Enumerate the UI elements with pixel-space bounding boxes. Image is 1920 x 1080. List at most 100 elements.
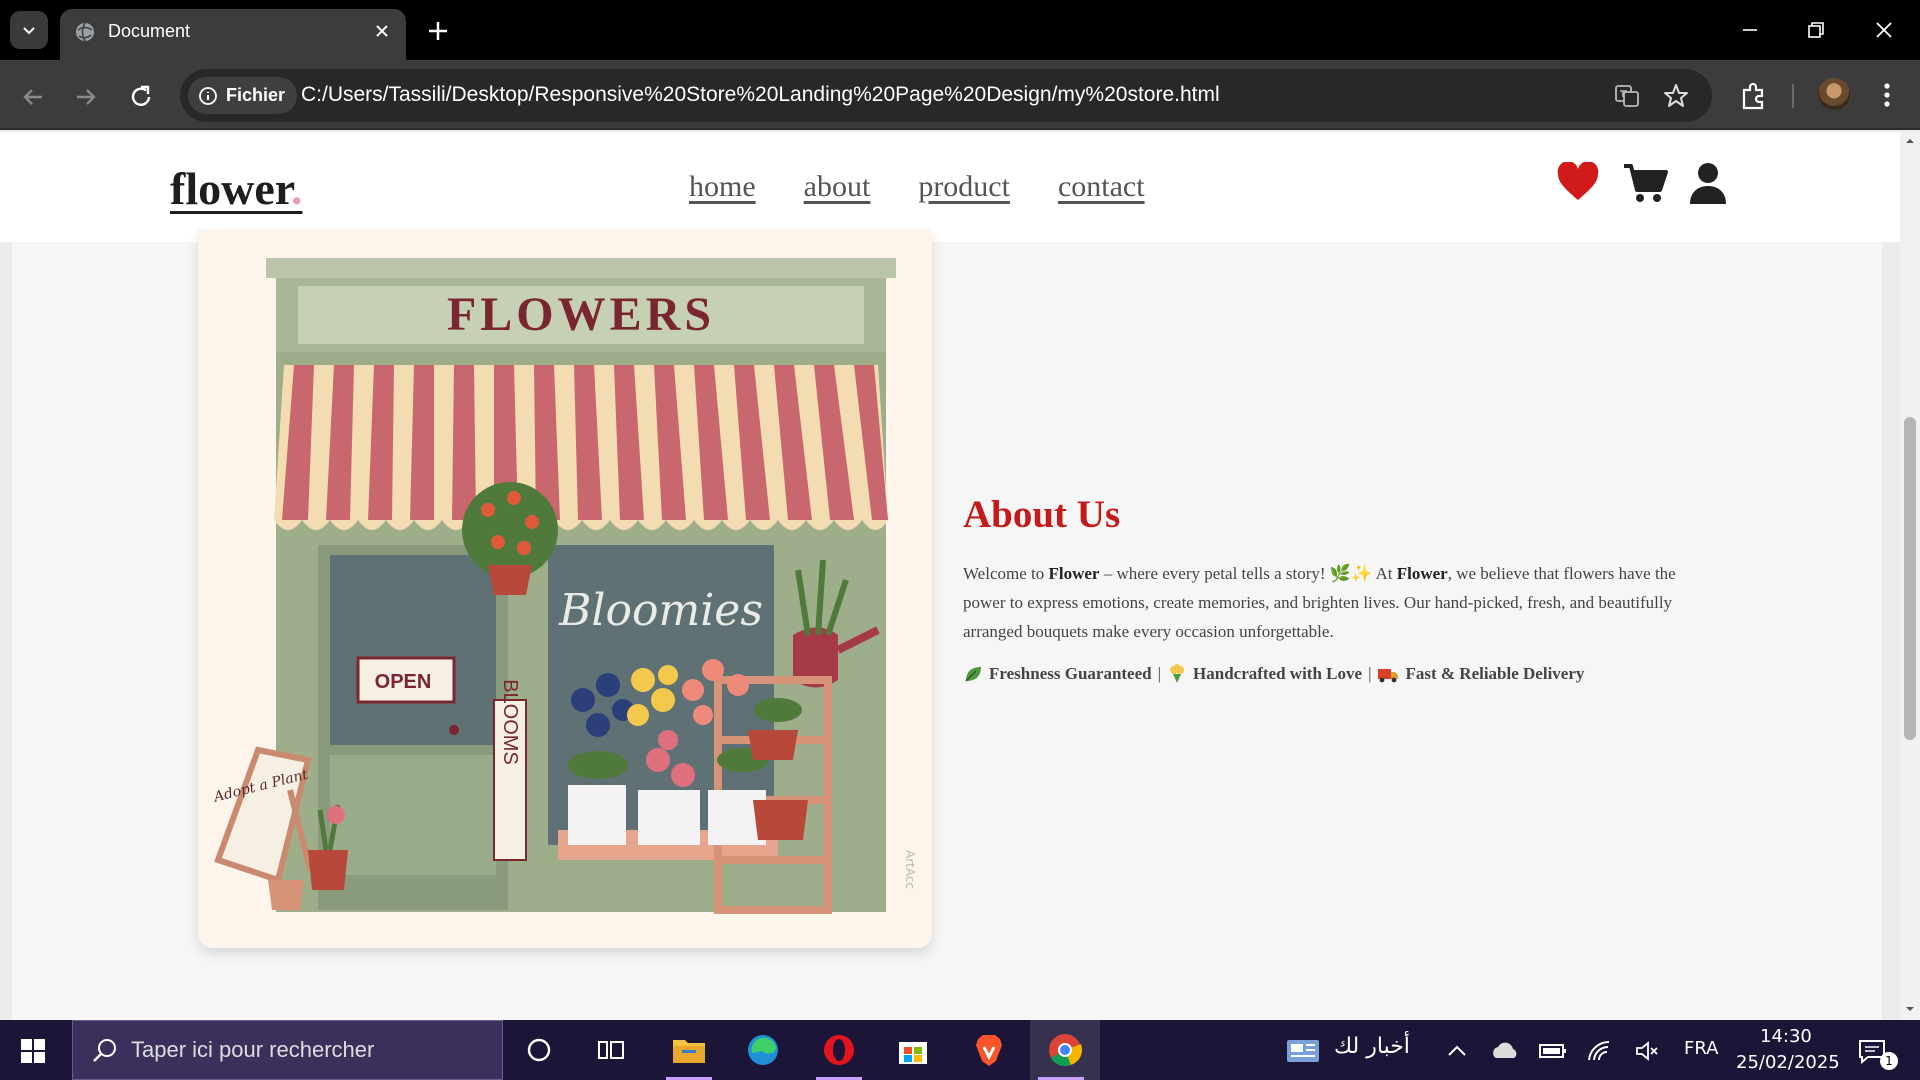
scroll-thumb[interactable] (1904, 417, 1916, 740)
main-nav: home about product contact (689, 170, 1145, 204)
info-icon (199, 86, 217, 105)
scroll-up-arrow-icon[interactable] (1905, 136, 1915, 146)
nav-about[interactable]: about (804, 170, 871, 204)
globe-icon (76, 22, 94, 42)
new-tab-icon[interactable] (424, 17, 452, 45)
brave-app[interactable] (958, 1020, 1020, 1080)
feature-delivery-label: Fast & Reliable Delivery (1405, 664, 1585, 683)
svg-text:ArtAcc: ArtAcc (903, 850, 917, 889)
task-view-button[interactable] (580, 1020, 642, 1080)
cortana-button[interactable] (508, 1020, 570, 1080)
file-explorer-app[interactable] (658, 1020, 720, 1080)
tab-title: Document (108, 21, 191, 41)
open-sign-text: OPEN (375, 671, 432, 693)
windows-taskbar: Taper ici pour rechercher أخبار لك FRA 1… (0, 1020, 1920, 1080)
about-text-block: About Us Welcome to Flower – where every… (963, 492, 1713, 684)
nav-home[interactable]: home (689, 170, 756, 204)
vertical-sign-text: BLOOMS (499, 679, 521, 765)
about-brand-1: Flower (1048, 564, 1100, 583)
feature-separator-2: | (1368, 664, 1372, 683)
leaf-icon (965, 667, 981, 682)
logo-text: flower (170, 163, 291, 214)
feature-list: Freshness Guaranteed | Handcrafted with … (963, 664, 1713, 684)
shop-sign-text: FLOWERS (447, 288, 715, 341)
edge-app[interactable] (732, 1020, 794, 1080)
bouquet-icon (1170, 664, 1185, 683)
chrome-app[interactable] (1030, 1020, 1100, 1080)
taskbar-search-placeholder: Taper ici pour rechercher (131, 1037, 375, 1062)
site-info-chip[interactable]: Fichier (188, 77, 298, 114)
about-para-part-1: Welcome to (963, 564, 1049, 583)
store-icon (899, 1042, 927, 1064)
opera-app[interactable] (808, 1020, 870, 1080)
clock-time[interactable]: 14:30 (1760, 1026, 1812, 1047)
search-icon (93, 1039, 116, 1062)
browser-toolbar: Fichier C:/Users/Tassili/Desktop/Respons… (0, 60, 1920, 130)
about-paragraph: Welcome to Flower – where every petal te… (963, 559, 1713, 646)
bookmark-star-icon[interactable] (1662, 82, 1690, 110)
about-title: About Us (963, 493, 1121, 536)
extensions-icon[interactable] (1738, 80, 1770, 112)
feature-freshness-label: Freshness Guaranteed (989, 664, 1152, 683)
battery-icon[interactable] (1538, 1038, 1568, 1064)
notification-count-badge: 1 (1880, 1052, 1898, 1070)
chrome-icon (1049, 1034, 1083, 1067)
minimize-icon[interactable] (1734, 14, 1766, 46)
nav-contact[interactable]: contact (1058, 170, 1145, 204)
browser-tab-bar: Document (0, 0, 1920, 60)
site-chip-label: Fichier (226, 85, 286, 105)
feature-handcrafted-label: Handcrafted with Love (1193, 664, 1363, 683)
input-language[interactable]: FRA (1684, 1038, 1718, 1059)
site-logo[interactable]: flower. (170, 162, 302, 215)
scroll-down-arrow-icon[interactable] (1905, 1004, 1915, 1014)
window-lettering: Bloomies (558, 585, 763, 636)
address-bar[interactable]: Fichier C:/Users/Tassili/Desktop/Respons… (180, 69, 1712, 122)
page-viewport: flower. home about product contact FLOWE… (0, 132, 1900, 1020)
restore-icon[interactable] (1800, 14, 1832, 46)
close-tab-icon[interactable] (370, 19, 394, 43)
cart-icon[interactable] (1622, 162, 1668, 204)
awning (274, 365, 888, 530)
onedrive-icon[interactable] (1490, 1038, 1520, 1064)
show-hidden-icons-icon[interactable] (1444, 1038, 1470, 1064)
logo-dot: . (290, 163, 303, 214)
profile-avatar[interactable] (1818, 78, 1850, 110)
delivery-truck-icon (1378, 669, 1399, 683)
edge-icon (748, 1035, 778, 1065)
url-text[interactable]: C:/Users/Tassili/Desktop/Responsive%20St… (301, 83, 1220, 107)
window-close-icon[interactable] (1868, 14, 1900, 46)
tab-search-button[interactable] (10, 11, 48, 49)
brave-icon (976, 1035, 1002, 1066)
toolbar-separator (1792, 84, 1794, 108)
translate-icon[interactable] (1613, 82, 1641, 110)
folder-icon (673, 1040, 705, 1063)
task-view-icon (598, 1041, 624, 1059)
back-arrow-icon[interactable] (18, 82, 48, 112)
news-widget-text[interactable]: أخبار لك (1334, 1034, 1410, 1059)
about-para-part-2: – where every petal tells a story! 🌿✨ At (1099, 564, 1397, 583)
browser-tab[interactable]: Document (60, 9, 406, 60)
nav-product[interactable]: product (918, 170, 1010, 204)
heart-icon[interactable] (1556, 162, 1600, 202)
site-header: flower. home about product contact (0, 132, 1900, 242)
wifi-icon[interactable] (1586, 1038, 1612, 1064)
feature-delivery: Fast & Reliable Delivery (1377, 664, 1584, 684)
reload-icon[interactable] (126, 82, 156, 112)
more-menu-icon[interactable] (1872, 78, 1902, 112)
news-widget-icon[interactable] (1286, 1038, 1320, 1064)
page-scrollbar[interactable] (1900, 132, 1920, 1020)
opera-icon (824, 1035, 854, 1065)
user-icon[interactable] (1688, 162, 1728, 204)
feature-handcrafted: Handcrafted with Love (1167, 664, 1362, 684)
volume-muted-icon[interactable] (1634, 1038, 1660, 1064)
clock-date[interactable]: 25/02/2025 (1736, 1052, 1840, 1073)
taskbar-search-box[interactable]: Taper ici pour rechercher (72, 1020, 503, 1080)
flower-shop-illustration: FLOWERS Bloomies OPEN BLOOMS Adopt a Pla… (198, 230, 932, 948)
forward-arrow-icon[interactable] (71, 82, 101, 112)
store-app[interactable] (882, 1020, 944, 1080)
cortana-icon (527, 1038, 551, 1062)
feature-freshness: Freshness Guaranteed (963, 664, 1152, 684)
feature-separator-1: | (1157, 664, 1162, 683)
about-brand-2: Flower (1396, 564, 1448, 583)
windows-start-icon[interactable] (20, 1038, 46, 1064)
